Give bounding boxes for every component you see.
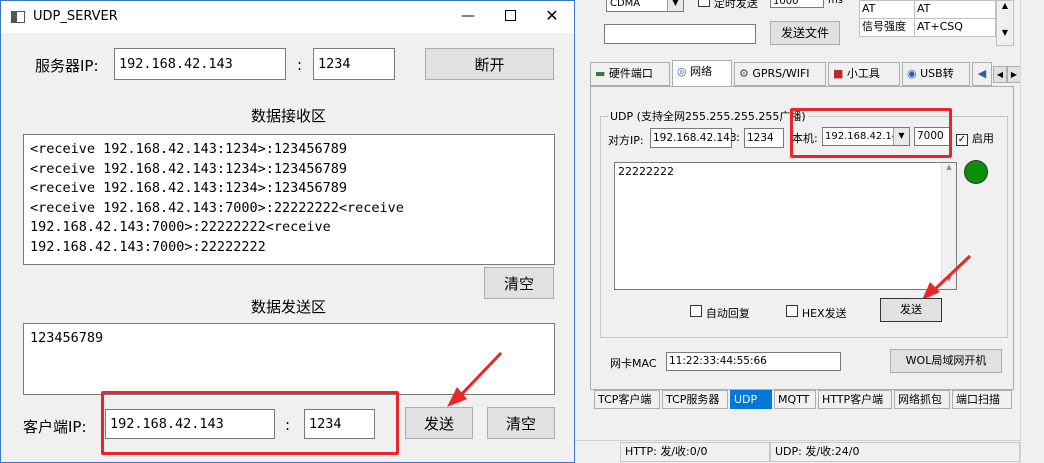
- server-ip-input[interactable]: 192.168.42.143: [114, 48, 286, 80]
- send-button[interactable]: 发送: [405, 407, 473, 439]
- clear-recv-button[interactable]: 清空: [484, 267, 554, 299]
- maximize-button[interactable]: [499, 5, 521, 27]
- disconnect-button[interactable]: 断开: [425, 48, 554, 80]
- at-grid-cell[interactable]: AT: [859, 0, 915, 19]
- wol-button[interactable]: WOL局域网开机: [890, 349, 1002, 373]
- send-file-button[interactable]: 发送文件: [770, 21, 840, 45]
- udp-recv-textarea[interactable]: 22222222: [614, 162, 957, 290]
- server-port-colon: :: [297, 56, 303, 74]
- at-grid-cell[interactable]: AT: [914, 0, 996, 19]
- tab-more: ◀: [972, 62, 992, 86]
- connection-status-led: [964, 160, 988, 184]
- hex-send-checkbox[interactable]: HEX发送: [786, 305, 847, 321]
- annotation-arrow-client-send: [447, 351, 503, 407]
- toolbox-icon: ■: [833, 67, 844, 80]
- serial-port-icon: ▬: [595, 67, 606, 80]
- tab-hardware-port[interactable]: ▬ 硬件端口: [590, 62, 670, 86]
- enable-checkbox[interactable]: ✓ 启用: [956, 130, 994, 146]
- annotation-arrow-send: [922, 254, 972, 300]
- remote-ip-input[interactable]: 192.168.42.143: [650, 128, 737, 148]
- tab-network[interactable]: ◎ 网络: [672, 60, 732, 87]
- at-grid-cell[interactable]: 信号强度: [859, 18, 915, 37]
- at-grid-cell[interactable]: AT+CSQ: [914, 18, 996, 37]
- ms-label: ms: [828, 0, 843, 6]
- tab-tcp-server[interactable]: TCP服务器: [662, 390, 728, 409]
- auto-reply-checkbox[interactable]: 自动回复: [690, 305, 750, 321]
- recv-area-title: 数据接收区: [250, 107, 326, 125]
- server-port-input[interactable]: 1234: [313, 48, 395, 80]
- checkbox-icon: [786, 305, 798, 317]
- recv-textarea[interactable]: <receive 192.168.42.143:1234>:123456789 …: [23, 134, 555, 265]
- wifi-icon: ⚙: [739, 67, 749, 80]
- remote-port-colon: :: [736, 131, 740, 144]
- send-file-path-input[interactable]: [604, 24, 756, 44]
- udp-send-button[interactable]: 发送: [880, 298, 942, 322]
- remote-port-input[interactable]: 1234: [744, 128, 784, 148]
- recv-line: <receive 192.168.42.143:7000>:22222222<r…: [30, 199, 404, 216]
- close-button[interactable]: ✕: [541, 5, 563, 27]
- recv-line: <receive 192.168.42.143:1234>:123456789: [30, 180, 347, 196]
- minimize-button[interactable]: —: [457, 5, 479, 27]
- server-ip-label: 服务器IP:: [35, 57, 99, 75]
- annotation-box-client: [101, 391, 399, 455]
- mac-input[interactable]: 11:22:33:44:55:66: [666, 352, 841, 371]
- checkbox-icon: [690, 305, 702, 317]
- annotation-box-local: [790, 108, 952, 158]
- check-icon: ✓: [956, 134, 968, 146]
- clear-send-button[interactable]: 清空: [487, 407, 555, 439]
- remote-ip-label: 对方IP:: [608, 134, 644, 147]
- udp-group-title: UDP (支持全网255.255.255.255广播): [608, 108, 808, 124]
- usb-icon: ◉: [907, 67, 917, 80]
- recv-line: <receive 192.168.42.143:1234>:123456789: [30, 160, 347, 177]
- top-mode-combo[interactable]: CDMA ▼: [606, 0, 684, 12]
- title-bar: UDP_SERVER — ✕: [1, 1, 574, 33]
- recv-line: 192.168.42.143:7000>:22222222: [30, 238, 266, 255]
- send-area-title: 数据发送区: [250, 298, 326, 316]
- more-tab-icon: ◀: [977, 67, 987, 80]
- chevron-down-icon: ▼: [667, 0, 683, 11]
- mac-label: 网卡MAC: [610, 357, 657, 370]
- timed-interval-input[interactable]: 1000: [770, 0, 824, 8]
- at-grid-scrollbar[interactable]: ▲ ▼: [996, 0, 1014, 46]
- serial-tool-window: CDMA ▼ 定时发送 1000 ms 发送文件 AT AT 信号强度 AT+C…: [574, 0, 1044, 463]
- tab-packet-capture[interactable]: 网络抓包: [894, 390, 950, 409]
- timed-send-checkbox[interactable]: 定时发送: [698, 0, 758, 11]
- tab-tools[interactable]: ■ 小工具: [828, 62, 900, 86]
- tab-scroll-left[interactable]: ◀: [993, 66, 1007, 83]
- client-ip-label: 客户端IP:: [23, 418, 87, 436]
- tab-mqtt[interactable]: MQTT: [774, 390, 816, 409]
- app-icon: [11, 11, 25, 23]
- status-udp: UDP: 发/收:24/0: [770, 442, 1020, 462]
- maximize-icon: [504, 10, 516, 21]
- recv-line: <receive 192.168.42.143:1234>:123456789: [30, 141, 347, 157]
- tab-usb[interactable]: ◉ USB转: [902, 62, 970, 86]
- tab-scroll-right[interactable]: ▶: [1007, 66, 1021, 83]
- globe-icon: ◎: [677, 65, 687, 78]
- udp-server-window: UDP_SERVER — ✕ 服务器IP: 192.168.42.143 : 1…: [0, 0, 575, 463]
- window-title: UDP_SERVER: [33, 9, 118, 24]
- tab-gprs-wifi[interactable]: ⚙ GPRS/WIFI: [734, 62, 826, 86]
- right-edge-panel: [1020, 0, 1044, 463]
- tab-port-scan[interactable]: 端口扫描: [952, 390, 1012, 409]
- tab-udp[interactable]: UDP: [730, 390, 772, 409]
- tab-http-client[interactable]: HTTP客户端: [818, 390, 892, 409]
- tab-tcp-client[interactable]: TCP客户端: [594, 390, 660, 409]
- status-http: HTTP: 发/收:0/0: [620, 442, 770, 462]
- checkbox-icon: [698, 0, 710, 7]
- recv-line: 192.168.42.143:7000>:22222222<receive: [30, 219, 331, 235]
